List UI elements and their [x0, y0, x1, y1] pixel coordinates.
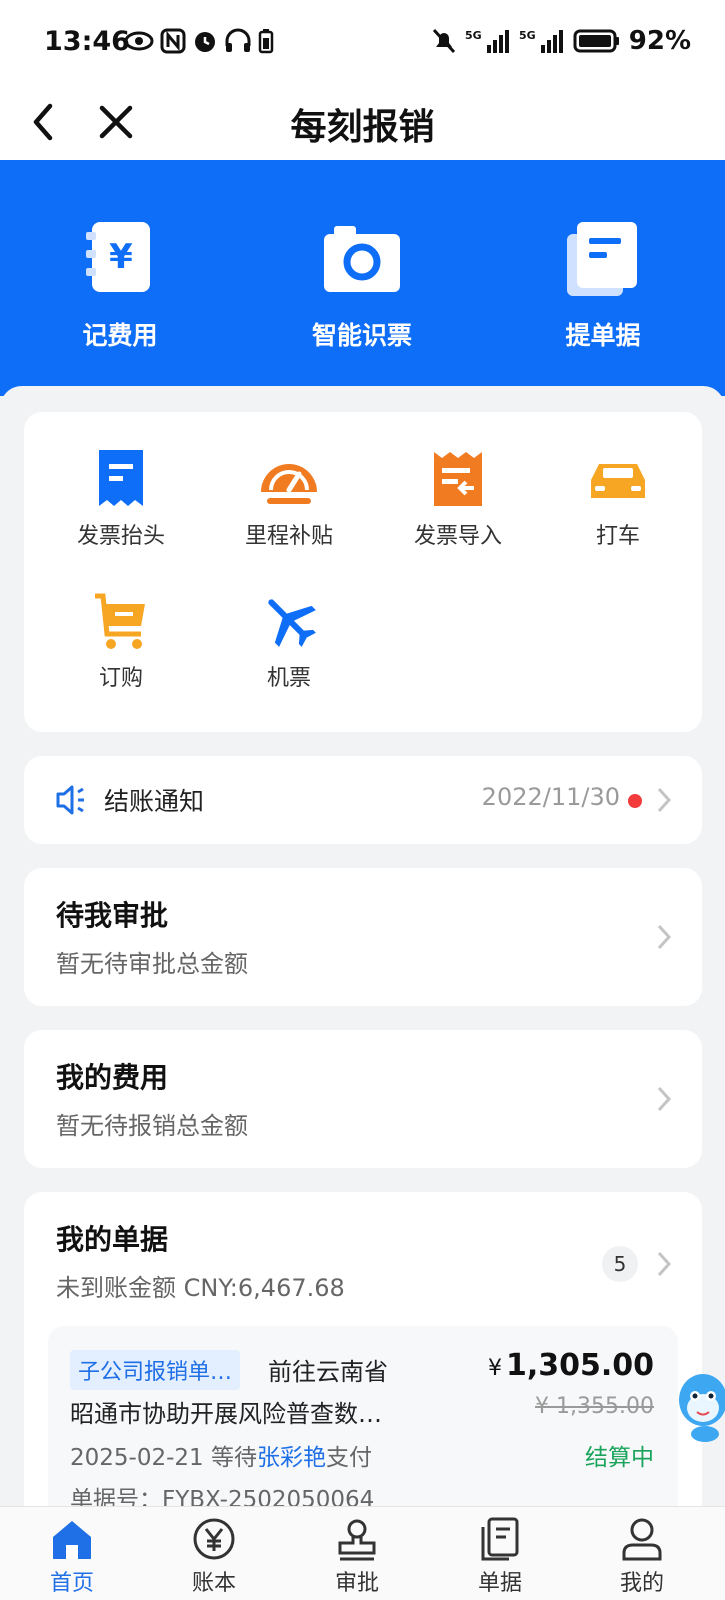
speaker-icon — [56, 785, 84, 815]
payer-name: 张彩艳 — [256, 1445, 326, 1471]
settlement-notice[interactable]: 结账通知 2022/11/30 — [24, 756, 702, 844]
svg-text:5G: 5G — [519, 29, 536, 42]
battery-percent: 92% — [628, 26, 691, 56]
card-title: 我的单据 — [56, 1223, 169, 1256]
stamp-icon — [338, 1519, 376, 1561]
tab-home[interactable]: 首页 — [22, 1517, 122, 1597]
hero-record-expense-button[interactable]: ¥ 记费用 — [20, 216, 220, 352]
document-count-badge: 5 — [602, 1246, 638, 1282]
card-title: 我的费用 — [56, 1061, 169, 1094]
home-icon — [53, 1521, 91, 1559]
chevron-right-icon — [657, 1251, 672, 1277]
quick-label: 打车 — [595, 524, 640, 549]
page-title: 每刻报销 — [290, 107, 435, 148]
document-title-line2: 昭通市协助开展风险普查数… — [70, 1400, 382, 1428]
card-title: 待我审批 — [56, 899, 169, 932]
document-item[interactable]: 子公司报销单… 前往云南省 昭通市协助开展风险普查数… ¥1,305.00 ¥ … — [48, 1326, 678, 1526]
quick-invoice-title[interactable]: 发票抬头 — [36, 448, 206, 550]
quick-actions-card: 发票抬头 里程补贴 发票导入 打车 订购 机票 — [24, 412, 702, 732]
invoice-title-icon — [99, 450, 143, 506]
notice-date: 2022/11/30 — [481, 783, 620, 811]
bottom-tab-bar: 首页 账本 审批 单据 我的 — [0, 1506, 725, 1600]
invoice-import-icon — [434, 452, 482, 506]
signal-5g-icon: 5G — [519, 29, 563, 53]
quick-mileage-subsidy[interactable]: 里程补贴 — [204, 448, 374, 550]
hero-label: 智能识票 — [311, 321, 412, 350]
eye-icon — [124, 31, 154, 51]
quick-order[interactable]: 订购 — [36, 590, 206, 692]
notice-title: 结账通知 — [104, 787, 205, 816]
document-date: 2025-02-21 — [70, 1445, 204, 1471]
tab-label: 单据 — [477, 1571, 522, 1596]
tab-mine[interactable]: 我的 — [592, 1517, 692, 1597]
amount-value: 1,305.00 — [505, 1348, 654, 1383]
nfc-icon — [160, 28, 186, 54]
tab-label: 账本 — [191, 1571, 236, 1596]
status-badge: 结算中 — [585, 1445, 654, 1471]
my-documents-card[interactable]: 我的单据 未到账金额 CNY:6,467.68 5 子公司报销单… 前往云南省 … — [24, 1192, 702, 1526]
cart-icon — [95, 593, 145, 649]
status-right: 5G 5G 92% — [431, 26, 691, 56]
svg-text:¥: ¥ — [109, 237, 133, 277]
quick-label: 机票 — [266, 666, 311, 691]
speedometer-icon — [261, 464, 317, 504]
status-bar: 13:46 5G 5G 92% — [0, 0, 725, 84]
camera-icon — [324, 226, 400, 292]
document-icon — [567, 222, 637, 296]
my-expenses-card[interactable]: 我的费用 暂无待报销总金额 — [24, 1030, 702, 1168]
card-subtitle: 暂无待报销总金额 — [56, 1112, 248, 1140]
tab-approval[interactable]: 审批 — [307, 1517, 407, 1597]
tab-label: 首页 — [49, 1571, 94, 1596]
hero-submit-document-button[interactable]: 提单据 — [503, 216, 703, 352]
status-time: 13:46 — [44, 26, 130, 57]
card-subtitle: 未到账金额 CNY:6,467.68 — [56, 1274, 345, 1302]
quick-air-ticket[interactable]: 机票 — [204, 590, 374, 692]
meta-waiting: 等待 — [210, 1445, 257, 1471]
chevron-right-icon — [657, 1086, 672, 1112]
meta-pay: 支付 — [325, 1445, 372, 1471]
original-amount: ¥ 1,355.00 — [535, 1394, 654, 1419]
quick-label: 里程补贴 — [244, 524, 333, 549]
quick-label: 发票抬头 — [76, 524, 165, 549]
signal-5g-icon: 5G — [465, 29, 509, 53]
currency-symbol: ¥ — [487, 1356, 502, 1381]
quick-label: 发票导入 — [413, 524, 502, 549]
battery-icon — [573, 29, 619, 53]
airplane-icon — [268, 599, 316, 647]
svg-text:5G: 5G — [465, 29, 482, 42]
chevron-right-icon — [657, 787, 672, 813]
main-content: 发票抬头 里程补贴 发票导入 打车 订购 机票 结账通知 2022/11/30 … — [0, 386, 725, 1526]
battery-small-icon — [258, 29, 274, 54]
headphones-icon — [225, 28, 251, 52]
hero-label: 记费用 — [82, 321, 158, 350]
hero-label: 提单据 — [565, 321, 641, 350]
person-icon — [622, 1518, 662, 1561]
alarm-icon — [195, 32, 215, 52]
quick-taxi[interactable]: 打车 — [533, 448, 703, 550]
card-subtitle: 暂无待审批总金额 — [56, 950, 248, 978]
tab-label: 审批 — [334, 1571, 379, 1596]
quick-label: 订购 — [98, 666, 143, 691]
nav-bar: 每刻报销 — [0, 84, 725, 160]
status-left-icons — [124, 28, 274, 54]
pending-approval-card[interactable]: 待我审批 暂无待审批总金额 — [24, 868, 702, 1006]
tab-label: 我的 — [619, 1571, 664, 1596]
expense-book-icon: ¥ — [86, 222, 150, 292]
document-meta: 2025-02-21 等待张彩艳支付 — [70, 1438, 372, 1472]
tab-documents[interactable]: 单据 — [450, 1517, 550, 1597]
tab-ledger[interactable]: 账本 — [164, 1517, 264, 1597]
document-amount: ¥1,305.00 — [488, 1348, 654, 1383]
car-icon — [591, 464, 645, 498]
bell-off-icon — [432, 28, 455, 54]
documents-icon — [481, 1517, 519, 1561]
unread-dot — [628, 794, 642, 808]
assistant-mascot-icon[interactable] — [665, 1362, 725, 1452]
chevron-right-icon — [657, 924, 672, 950]
hero-smart-scan-button[interactable]: 智能识票 — [262, 216, 462, 352]
hero-banner: ¥ 记费用 智能识票 提单据 — [0, 160, 725, 396]
document-title: 前往云南省 — [268, 1358, 388, 1386]
document-type-tag: 子公司报销单… — [70, 1350, 241, 1390]
yen-circle-icon — [193, 1518, 235, 1560]
quick-invoice-import[interactable]: 发票导入 — [373, 448, 543, 550]
